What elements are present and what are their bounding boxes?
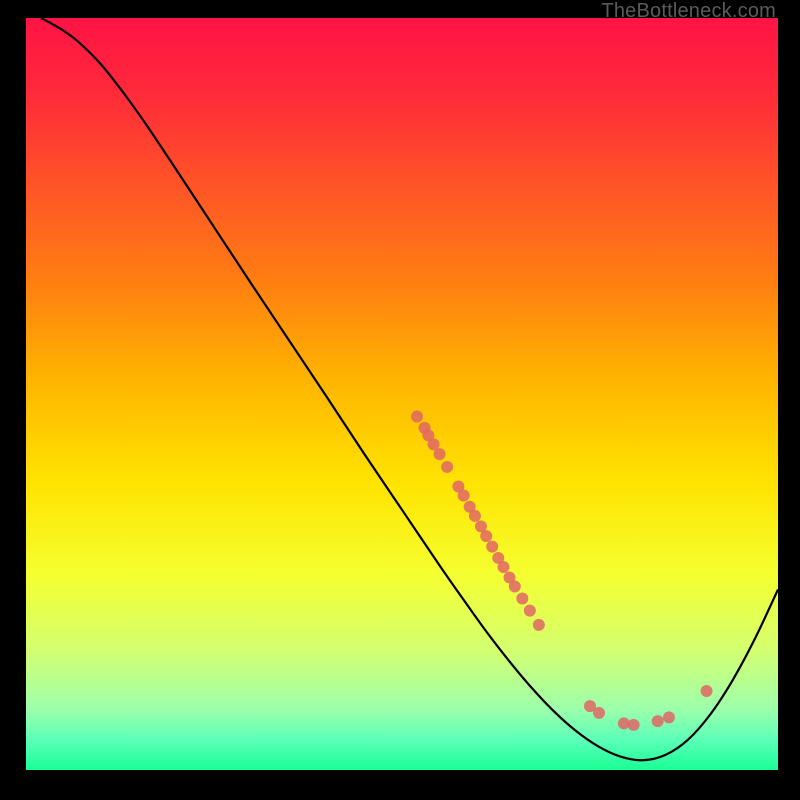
scatter-point bbox=[469, 510, 481, 522]
scatter-point bbox=[441, 461, 453, 473]
scatter-point bbox=[458, 490, 470, 502]
scatter-point bbox=[516, 593, 528, 605]
scatter-point bbox=[509, 581, 521, 593]
scatter-point bbox=[524, 605, 536, 617]
scatter-point bbox=[486, 541, 498, 553]
bottleneck-curve bbox=[41, 18, 778, 760]
scatter-point bbox=[663, 711, 675, 723]
curve-layer bbox=[26, 18, 778, 770]
chart-container bbox=[26, 18, 778, 770]
watermark-text: TheBottleneck.com bbox=[601, 0, 776, 23]
scatter-point bbox=[701, 685, 713, 697]
scatter-point bbox=[411, 411, 423, 423]
scatter-point bbox=[593, 707, 605, 719]
scatter-point bbox=[533, 619, 545, 631]
scatter-point bbox=[628, 719, 640, 731]
scatter-point bbox=[480, 530, 492, 542]
plot-area bbox=[26, 18, 778, 770]
scatter-point bbox=[498, 561, 510, 573]
scatter-point bbox=[434, 448, 446, 460]
scatter-points bbox=[411, 411, 713, 731]
scatter-point bbox=[652, 715, 664, 727]
